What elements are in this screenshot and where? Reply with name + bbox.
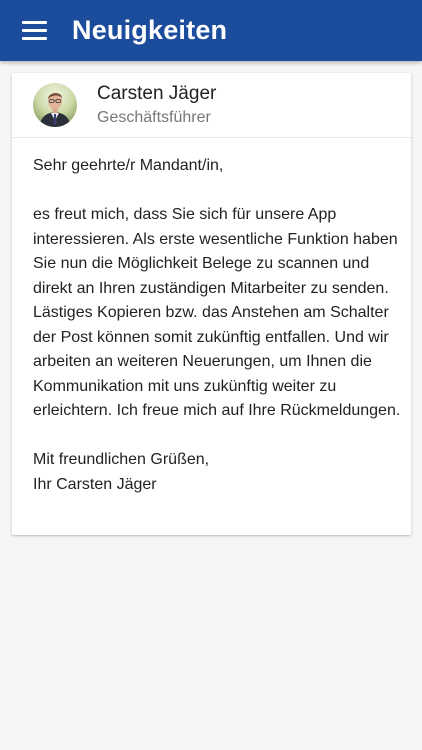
post-closing: Mit freundlichen Grüßen, Ihr Carsten Jäg… <box>33 451 210 493</box>
card-header: Carsten Jäger Geschäftsführer <box>12 73 411 138</box>
news-card: Carsten Jäger Geschäftsführer Sehr geehr… <box>12 73 411 535</box>
avatar <box>33 83 77 127</box>
author-role: Geschäftsführer <box>97 109 211 126</box>
page-title: Neuigkeiten <box>72 15 228 45</box>
author-photo <box>33 83 77 127</box>
app-bar: Neuigkeiten <box>0 0 422 61</box>
post-greeting: Sehr geehrte/r Mandant/in, <box>33 157 224 174</box>
author-name: Carsten Jäger <box>97 83 217 104</box>
menu-button[interactable] <box>22 21 47 40</box>
post-text: es freut mich, dass Sie sich für unsere … <box>33 206 401 419</box>
post-body: Sehr geehrte/r Mandant/in, es freut mich… <box>33 154 401 497</box>
